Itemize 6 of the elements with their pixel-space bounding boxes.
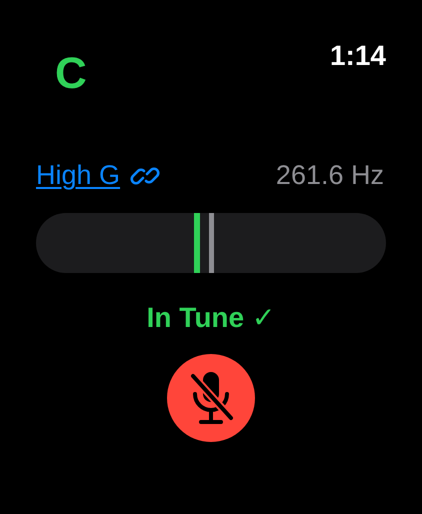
center-mark — [209, 213, 214, 273]
frequency-reading: 261.6 Hz — [276, 160, 384, 191]
tuning-status: In Tune ✓ — [146, 301, 276, 334]
clock-time: 1:14 — [330, 42, 386, 73]
note-name: C — [55, 52, 87, 90]
target-note-link[interactable]: High G — [36, 160, 120, 191]
